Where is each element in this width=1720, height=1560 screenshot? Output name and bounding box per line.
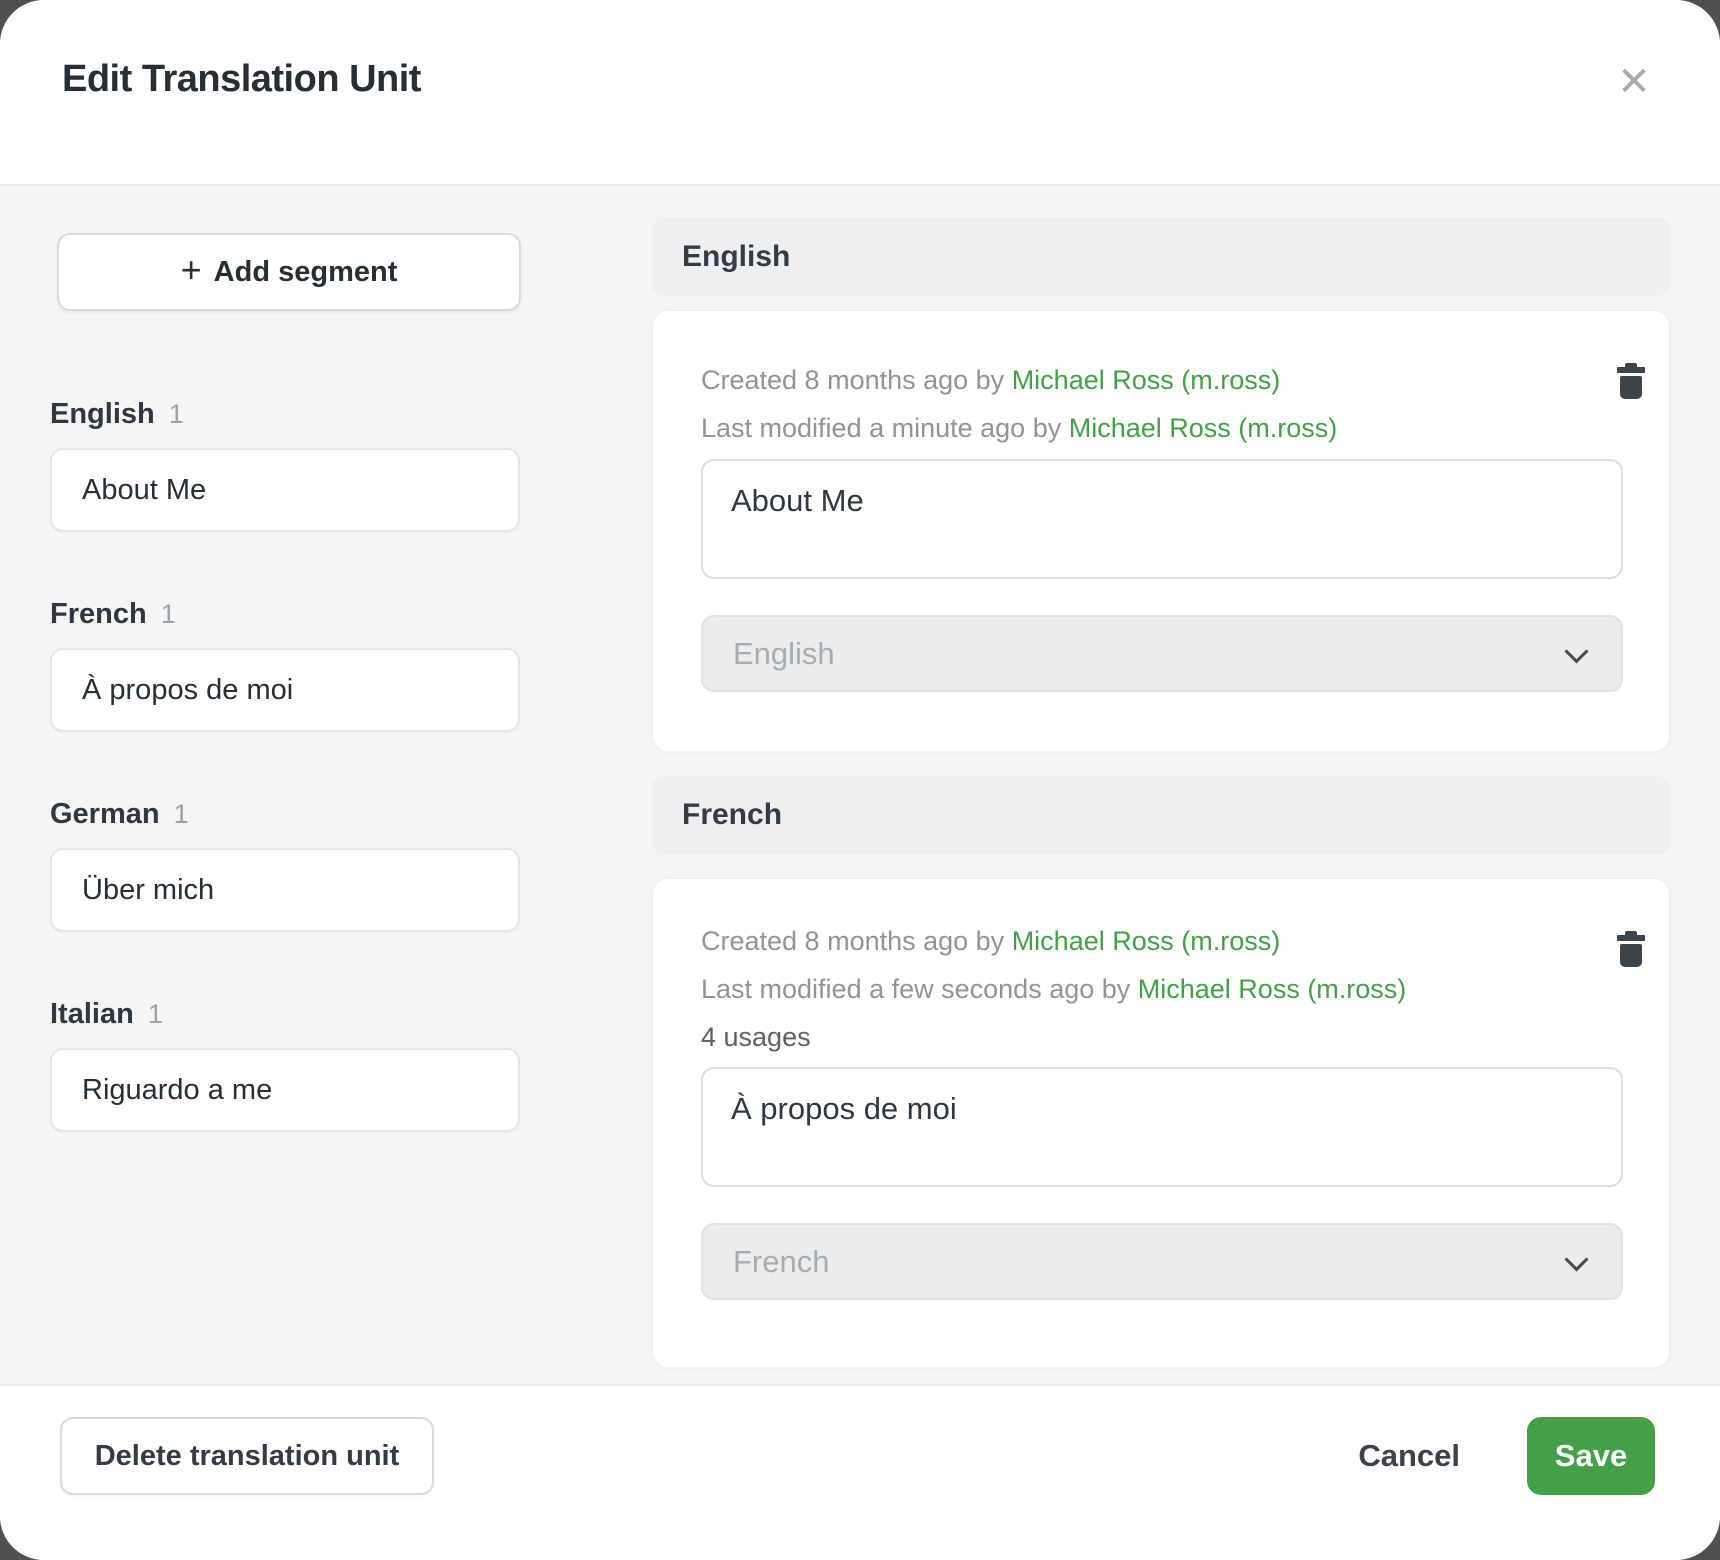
panel-header-english: English (652, 218, 1670, 296)
segment-count: 1 (169, 399, 184, 430)
modified-line: Last modified a minute ago by Michael Ro… (701, 404, 1337, 452)
segment-group-german: German 1 Über mich (50, 798, 520, 932)
segment-text: Über mich (82, 874, 214, 907)
language-select-english[interactable]: English (701, 615, 1623, 692)
plus-icon: + (181, 249, 202, 291)
modified-user-link[interactable]: Michael Ross (m.ross) (1069, 413, 1338, 443)
modified-user-link[interactable]: Michael Ross (m.ross) (1138, 974, 1407, 1004)
segment-group-french: French 1 À propos de moi (50, 598, 520, 732)
panel-title: French (682, 798, 782, 832)
segment-card-french[interactable]: À propos de moi (50, 648, 520, 732)
segment-group-italian: Italian 1 Riguardo a me (50, 998, 520, 1132)
created-line: Created 8 months ago by Michael Ross (m.… (701, 917, 1406, 965)
chevron-down-icon (1564, 1247, 1588, 1271)
segment-card-german[interactable]: Über mich (50, 848, 520, 932)
add-segment-label: Add segment (214, 256, 398, 289)
chevron-down-icon (1564, 639, 1588, 663)
dialog-footer: Delete translation unit Cancel Save (0, 1384, 1720, 1560)
created-user-link[interactable]: Michael Ross (m.ross) (1012, 926, 1281, 956)
segment-count: 1 (161, 599, 176, 630)
segment-language-label: English (50, 398, 155, 431)
language-select-french[interactable]: French (701, 1223, 1623, 1300)
segment-count: 1 (174, 799, 189, 830)
cancel-button[interactable]: Cancel (1348, 1417, 1470, 1495)
panel-title: English (682, 240, 790, 274)
panel-card-english: Created 8 months ago by Michael Ross (m.… (652, 310, 1670, 752)
created-line: Created 8 months ago by Michael Ross (m.… (701, 356, 1337, 404)
edit-translation-unit-dialog: Edit Translation Unit ✕ + Add segment En… (0, 0, 1720, 1560)
segment-language-label: French (50, 598, 147, 631)
dialog-header: Edit Translation Unit ✕ (0, 0, 1720, 186)
delete-translation-unit-button[interactable]: Delete translation unit (60, 1417, 434, 1495)
modified-line: Last modified a few seconds ago by Micha… (701, 965, 1406, 1013)
segment-text: Riguardo a me (82, 1074, 272, 1107)
panel-header-french: French (652, 776, 1670, 854)
created-user-link[interactable]: Michael Ross (m.ross) (1012, 365, 1281, 395)
delete-segment-button[interactable] (1597, 341, 1637, 385)
add-segment-button[interactable]: + Add segment (57, 233, 521, 311)
segment-card-english[interactable]: About Me (50, 448, 520, 532)
close-icon[interactable]: ✕ (1610, 58, 1658, 106)
segment-language-label: German (50, 798, 160, 831)
panel-card-french: Created 8 months ago by Michael Ross (m.… (652, 878, 1670, 1368)
segment-text: À propos de moi (82, 674, 293, 707)
segment-language-label: Italian (50, 998, 134, 1031)
language-select-value: French (733, 1244, 829, 1280)
delete-segment-button[interactable] (1597, 909, 1637, 953)
language-select-value: English (733, 636, 835, 672)
segment-text: About Me (82, 474, 206, 507)
segment-group-english: English 1 About Me (50, 398, 520, 532)
segment-count: 1 (148, 999, 163, 1030)
segment-textarea-french[interactable]: À propos de moi (701, 1067, 1623, 1187)
usages-line: 4 usages (701, 1013, 1406, 1061)
segment-card-italian[interactable]: Riguardo a me (50, 1048, 520, 1132)
segment-textarea-english[interactable]: About Me (701, 459, 1623, 579)
save-button[interactable]: Save (1527, 1417, 1655, 1495)
dialog-title: Edit Translation Unit (62, 58, 421, 101)
